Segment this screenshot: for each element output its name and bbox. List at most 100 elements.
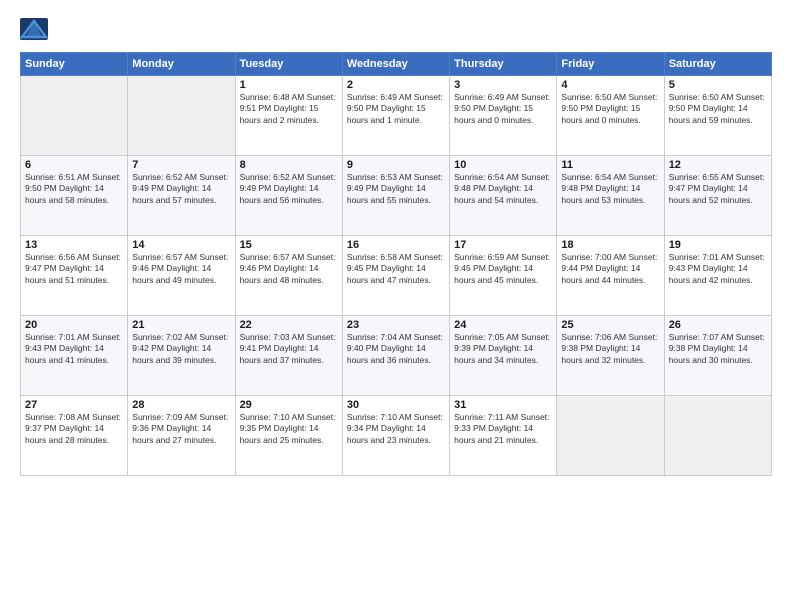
- weekday-header-sunday: Sunday: [21, 53, 128, 76]
- calendar-cell: [664, 396, 771, 476]
- day-info: Sunrise: 7:09 AM Sunset: 9:36 PM Dayligh…: [132, 412, 230, 446]
- day-number: 29: [240, 399, 338, 411]
- day-info: Sunrise: 7:07 AM Sunset: 9:38 PM Dayligh…: [669, 332, 767, 366]
- day-info: Sunrise: 7:11 AM Sunset: 9:33 PM Dayligh…: [454, 412, 552, 446]
- week-row-1: 1Sunrise: 6:48 AM Sunset: 9:51 PM Daylig…: [21, 76, 772, 156]
- day-number: 8: [240, 159, 338, 171]
- weekday-header-row: SundayMondayTuesdayWednesdayThursdayFrid…: [21, 53, 772, 76]
- day-info: Sunrise: 6:56 AM Sunset: 9:47 PM Dayligh…: [25, 252, 123, 286]
- calendar-cell: 18Sunrise: 7:00 AM Sunset: 9:44 PM Dayli…: [557, 236, 664, 316]
- day-info: Sunrise: 6:50 AM Sunset: 9:50 PM Dayligh…: [669, 92, 767, 126]
- calendar-cell: 31Sunrise: 7:11 AM Sunset: 9:33 PM Dayli…: [450, 396, 557, 476]
- logo: [20, 18, 52, 40]
- day-info: Sunrise: 7:10 AM Sunset: 9:35 PM Dayligh…: [240, 412, 338, 446]
- day-info: Sunrise: 6:50 AM Sunset: 9:50 PM Dayligh…: [561, 92, 659, 126]
- day-number: 14: [132, 239, 230, 251]
- day-info: Sunrise: 6:55 AM Sunset: 9:47 PM Dayligh…: [669, 172, 767, 206]
- calendar-cell: 4Sunrise: 6:50 AM Sunset: 9:50 PM Daylig…: [557, 76, 664, 156]
- day-number: 26: [669, 319, 767, 331]
- calendar-cell: 12Sunrise: 6:55 AM Sunset: 9:47 PM Dayli…: [664, 156, 771, 236]
- day-number: 28: [132, 399, 230, 411]
- day-info: Sunrise: 7:03 AM Sunset: 9:41 PM Dayligh…: [240, 332, 338, 366]
- day-info: Sunrise: 6:53 AM Sunset: 9:49 PM Dayligh…: [347, 172, 445, 206]
- calendar-cell: 5Sunrise: 6:50 AM Sunset: 9:50 PM Daylig…: [664, 76, 771, 156]
- day-info: Sunrise: 7:01 AM Sunset: 9:43 PM Dayligh…: [25, 332, 123, 366]
- calendar-cell: 24Sunrise: 7:05 AM Sunset: 9:39 PM Dayli…: [450, 316, 557, 396]
- calendar-cell: 28Sunrise: 7:09 AM Sunset: 9:36 PM Dayli…: [128, 396, 235, 476]
- weekday-header-monday: Monday: [128, 53, 235, 76]
- calendar-cell: 7Sunrise: 6:52 AM Sunset: 9:49 PM Daylig…: [128, 156, 235, 236]
- calendar-cell: 22Sunrise: 7:03 AM Sunset: 9:41 PM Dayli…: [235, 316, 342, 396]
- day-info: Sunrise: 7:08 AM Sunset: 9:37 PM Dayligh…: [25, 412, 123, 446]
- week-row-3: 13Sunrise: 6:56 AM Sunset: 9:47 PM Dayli…: [21, 236, 772, 316]
- calendar-cell: 11Sunrise: 6:54 AM Sunset: 9:48 PM Dayli…: [557, 156, 664, 236]
- calendar-cell: 29Sunrise: 7:10 AM Sunset: 9:35 PM Dayli…: [235, 396, 342, 476]
- day-number: 20: [25, 319, 123, 331]
- day-info: Sunrise: 6:49 AM Sunset: 9:50 PM Dayligh…: [347, 92, 445, 126]
- day-number: 31: [454, 399, 552, 411]
- calendar-cell: 1Sunrise: 6:48 AM Sunset: 9:51 PM Daylig…: [235, 76, 342, 156]
- calendar-cell: [128, 76, 235, 156]
- day-info: Sunrise: 6:54 AM Sunset: 9:48 PM Dayligh…: [454, 172, 552, 206]
- day-info: Sunrise: 7:06 AM Sunset: 9:38 PM Dayligh…: [561, 332, 659, 366]
- page: SundayMondayTuesdayWednesdayThursdayFrid…: [0, 0, 792, 612]
- day-number: 23: [347, 319, 445, 331]
- day-number: 13: [25, 239, 123, 251]
- day-info: Sunrise: 7:00 AM Sunset: 9:44 PM Dayligh…: [561, 252, 659, 286]
- calendar-cell: 13Sunrise: 6:56 AM Sunset: 9:47 PM Dayli…: [21, 236, 128, 316]
- day-number: 7: [132, 159, 230, 171]
- weekday-header-tuesday: Tuesday: [235, 53, 342, 76]
- header: [20, 18, 772, 40]
- day-number: 25: [561, 319, 659, 331]
- calendar-cell: 26Sunrise: 7:07 AM Sunset: 9:38 PM Dayli…: [664, 316, 771, 396]
- day-info: Sunrise: 6:58 AM Sunset: 9:45 PM Dayligh…: [347, 252, 445, 286]
- week-row-2: 6Sunrise: 6:51 AM Sunset: 9:50 PM Daylig…: [21, 156, 772, 236]
- logo-icon: [20, 18, 48, 40]
- day-number: 27: [25, 399, 123, 411]
- week-row-4: 20Sunrise: 7:01 AM Sunset: 9:43 PM Dayli…: [21, 316, 772, 396]
- day-number: 1: [240, 79, 338, 91]
- calendar-cell: 3Sunrise: 6:49 AM Sunset: 9:50 PM Daylig…: [450, 76, 557, 156]
- day-number: 16: [347, 239, 445, 251]
- day-number: 24: [454, 319, 552, 331]
- calendar-cell: 15Sunrise: 6:57 AM Sunset: 9:46 PM Dayli…: [235, 236, 342, 316]
- calendar-cell: 17Sunrise: 6:59 AM Sunset: 9:45 PM Dayli…: [450, 236, 557, 316]
- day-info: Sunrise: 7:01 AM Sunset: 9:43 PM Dayligh…: [669, 252, 767, 286]
- day-info: Sunrise: 7:05 AM Sunset: 9:39 PM Dayligh…: [454, 332, 552, 366]
- day-info: Sunrise: 6:57 AM Sunset: 9:46 PM Dayligh…: [132, 252, 230, 286]
- calendar-cell: [21, 76, 128, 156]
- calendar-cell: 25Sunrise: 7:06 AM Sunset: 9:38 PM Dayli…: [557, 316, 664, 396]
- calendar-cell: 30Sunrise: 7:10 AM Sunset: 9:34 PM Dayli…: [342, 396, 449, 476]
- calendar-cell: [557, 396, 664, 476]
- calendar-cell: 10Sunrise: 6:54 AM Sunset: 9:48 PM Dayli…: [450, 156, 557, 236]
- day-number: 15: [240, 239, 338, 251]
- weekday-header-wednesday: Wednesday: [342, 53, 449, 76]
- calendar: SundayMondayTuesdayWednesdayThursdayFrid…: [20, 52, 772, 476]
- day-info: Sunrise: 6:48 AM Sunset: 9:51 PM Dayligh…: [240, 92, 338, 126]
- day-number: 4: [561, 79, 659, 91]
- day-number: 11: [561, 159, 659, 171]
- day-number: 10: [454, 159, 552, 171]
- day-number: 6: [25, 159, 123, 171]
- calendar-cell: 8Sunrise: 6:52 AM Sunset: 9:49 PM Daylig…: [235, 156, 342, 236]
- day-number: 3: [454, 79, 552, 91]
- day-number: 12: [669, 159, 767, 171]
- calendar-cell: 19Sunrise: 7:01 AM Sunset: 9:43 PM Dayli…: [664, 236, 771, 316]
- day-info: Sunrise: 7:10 AM Sunset: 9:34 PM Dayligh…: [347, 412, 445, 446]
- day-info: Sunrise: 7:04 AM Sunset: 9:40 PM Dayligh…: [347, 332, 445, 366]
- day-number: 17: [454, 239, 552, 251]
- day-info: Sunrise: 6:59 AM Sunset: 9:45 PM Dayligh…: [454, 252, 552, 286]
- calendar-cell: 16Sunrise: 6:58 AM Sunset: 9:45 PM Dayli…: [342, 236, 449, 316]
- weekday-header-thursday: Thursday: [450, 53, 557, 76]
- week-row-5: 27Sunrise: 7:08 AM Sunset: 9:37 PM Dayli…: [21, 396, 772, 476]
- weekday-header-saturday: Saturday: [664, 53, 771, 76]
- calendar-cell: 23Sunrise: 7:04 AM Sunset: 9:40 PM Dayli…: [342, 316, 449, 396]
- calendar-cell: 9Sunrise: 6:53 AM Sunset: 9:49 PM Daylig…: [342, 156, 449, 236]
- day-number: 9: [347, 159, 445, 171]
- day-info: Sunrise: 6:54 AM Sunset: 9:48 PM Dayligh…: [561, 172, 659, 206]
- day-number: 22: [240, 319, 338, 331]
- day-number: 19: [669, 239, 767, 251]
- calendar-cell: 27Sunrise: 7:08 AM Sunset: 9:37 PM Dayli…: [21, 396, 128, 476]
- calendar-cell: 21Sunrise: 7:02 AM Sunset: 9:42 PM Dayli…: [128, 316, 235, 396]
- day-info: Sunrise: 6:49 AM Sunset: 9:50 PM Dayligh…: [454, 92, 552, 126]
